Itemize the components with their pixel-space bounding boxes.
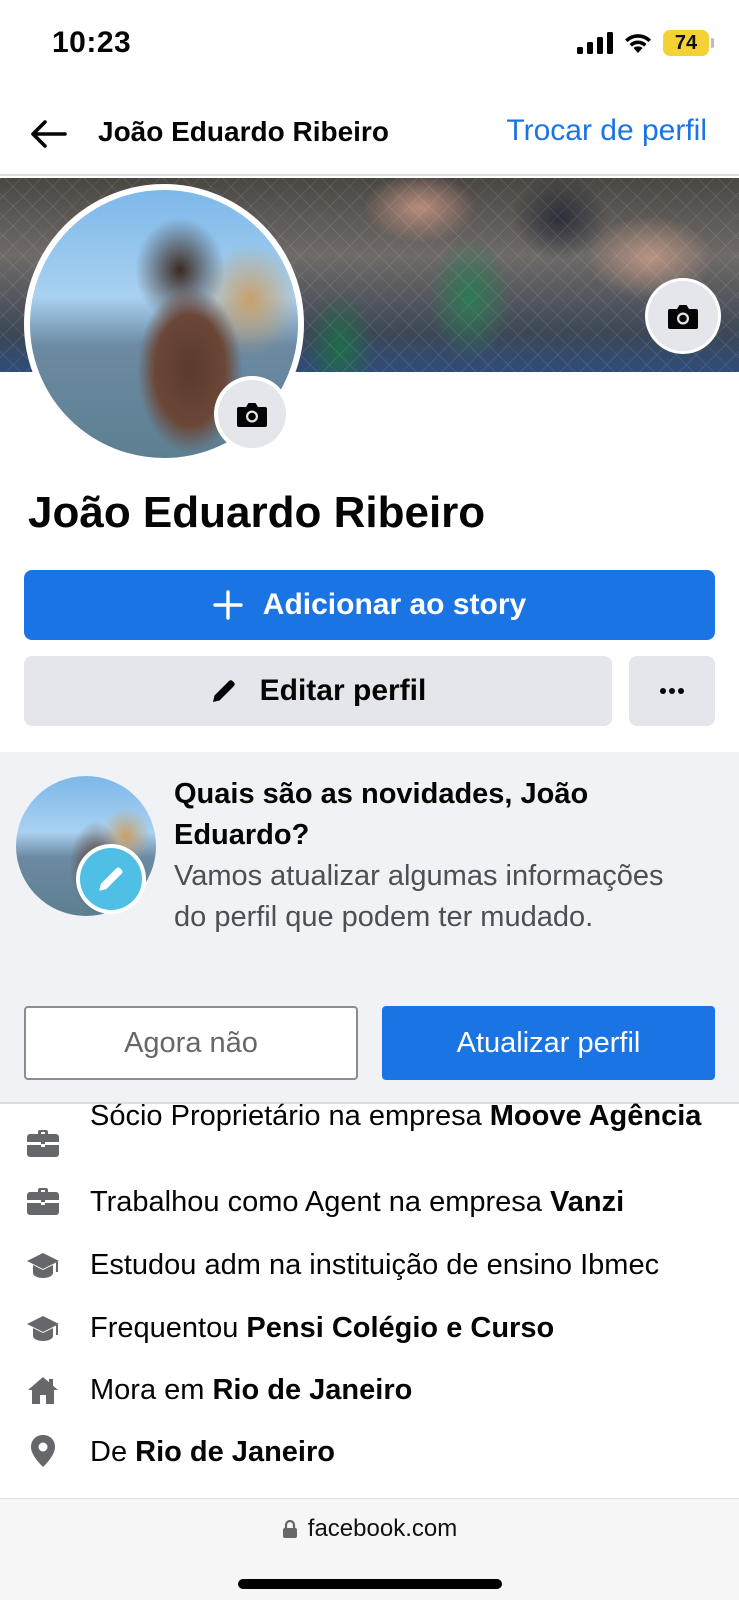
signal-icon: [577, 32, 613, 54]
status-time: 10:23: [52, 26, 132, 59]
update-profile-button[interactable]: Atualizar perfil: [382, 1006, 715, 1080]
header-title: João Eduardo Ribeiro: [98, 116, 389, 147]
briefcase-icon: [26, 1126, 60, 1160]
home-indicator[interactable]: [238, 1579, 502, 1589]
plus-icon: [213, 590, 243, 620]
switch-profile-link[interactable]: Trocar de perfil: [506, 114, 707, 148]
home-icon: [26, 1373, 60, 1407]
url-text: facebook.com: [307, 1515, 458, 1542]
detail-text: Frequentou: [90, 1312, 247, 1344]
add-to-story-label: Adicionar ao story: [262, 588, 527, 621]
detail-text: De: [90, 1436, 136, 1468]
status-indicators: 74: [577, 30, 714, 56]
battery-icon: 74: [663, 30, 714, 56]
detail-text: Sócio Proprietário na empresa: [90, 1100, 490, 1132]
lock-icon: [282, 1519, 297, 1538]
detail-bold-text: Rio de Janeiro: [212, 1374, 413, 1406]
browser-address-bar[interactable]: facebook.com: [0, 1498, 739, 1600]
edit-profile-picture-button[interactable]: [214, 376, 290, 452]
wifi-icon: [625, 34, 651, 53]
detail-text: Trabalhou como Agent na empresa: [90, 1186, 550, 1218]
detail-bold-text: Pensi Colégio e Curso: [246, 1312, 555, 1344]
detail-text: Mora em: [90, 1374, 213, 1406]
back-button[interactable]: [26, 112, 70, 156]
pencil-icon: [99, 867, 123, 891]
graduation-cap-icon: [26, 1248, 60, 1282]
status-bar: 10:23 74: [0, 0, 739, 90]
detail-text: Estudou adm na instituição de ensino Ibm…: [90, 1249, 660, 1281]
top-nav-bar: João Eduardo Ribeiro Trocar de perfil: [0, 90, 739, 176]
prompt-title: Quais são as novidades, João Eduardo?: [174, 778, 589, 851]
prompt-body: Vamos atualizar algumas informações do p…: [174, 860, 664, 933]
detail-bold-text: Moove Agência: [489, 1100, 702, 1132]
pencil-icon: [212, 680, 235, 702]
profile-name: João Eduardo Ribeiro: [28, 488, 486, 537]
arrow-left-icon: [31, 120, 67, 148]
prompt-edit-badge[interactable]: [76, 844, 146, 914]
edit-profile-button[interactable]: Editar perfil: [24, 656, 612, 726]
edit-cover-photo-button[interactable]: [645, 278, 721, 354]
more-dots-icon: [660, 688, 684, 694]
camera-icon: [237, 403, 267, 427]
profile-update-prompt: Quais são as novidades, João Eduardo? Va…: [0, 752, 739, 1104]
add-to-story-button[interactable]: Adicionar ao story: [24, 570, 715, 640]
graduation-cap-icon: [26, 1311, 60, 1345]
url-display[interactable]: facebook.com: [0, 1515, 739, 1543]
more-options-button[interactable]: [629, 656, 715, 726]
location-pin-icon: [26, 1434, 60, 1468]
detail-bold-text: Rio de Janeiro: [135, 1436, 335, 1468]
battery-level: 74: [674, 31, 698, 54]
camera-icon: [668, 305, 698, 329]
not-now-button[interactable]: Agora não: [24, 1006, 358, 1080]
edit-profile-label: Editar perfil: [259, 674, 427, 707]
detail-bold-text: Vanzi: [549, 1186, 625, 1218]
briefcase-icon: [26, 1184, 60, 1218]
